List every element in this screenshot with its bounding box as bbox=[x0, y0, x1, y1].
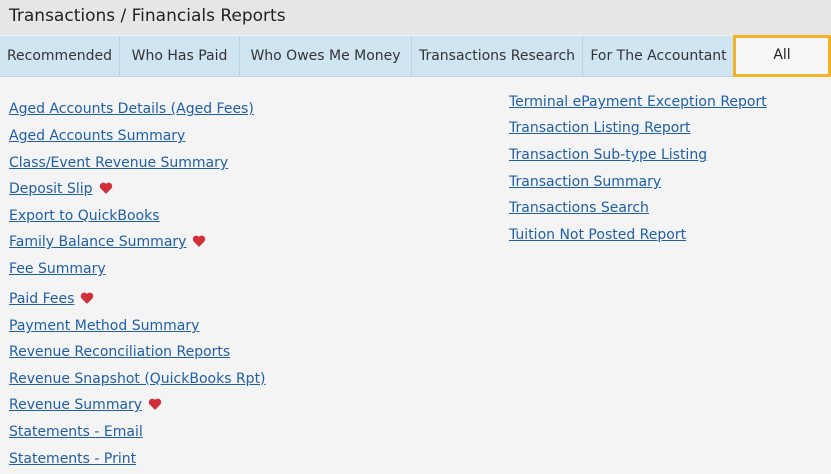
report-link[interactable]: Revenue Summary bbox=[9, 397, 142, 413]
report-link[interactable]: Export to QuickBooks bbox=[9, 208, 160, 224]
report-link[interactable]: Tuition Not Posted Report bbox=[509, 227, 686, 243]
report-item-transaction-sub-type-listing: Transaction Sub-type Listing bbox=[509, 144, 707, 166]
page-title: Transactions / Financials Reports bbox=[9, 6, 286, 26]
report-item-statements-print: Statements - Print bbox=[9, 448, 136, 470]
report-link[interactable]: Class/Event Revenue Summary bbox=[9, 155, 228, 171]
report-item-aged-accounts-summary: Aged Accounts Summary bbox=[9, 125, 185, 147]
heart-icon bbox=[81, 292, 94, 304]
heart-icon bbox=[193, 235, 206, 247]
report-item-transaction-listing-report: Transaction Listing Report bbox=[509, 117, 691, 139]
report-link[interactable]: Transactions Search bbox=[509, 200, 649, 216]
tab-recommended[interactable]: Recommended bbox=[0, 36, 120, 76]
report-link[interactable]: Family Balance Summary bbox=[9, 234, 186, 250]
report-item-class-event-revenue-summary: Class/Event Revenue Summary bbox=[9, 152, 228, 174]
heart-icon bbox=[99, 182, 112, 194]
tab-for-the-accountant[interactable]: For The Accountant bbox=[583, 36, 735, 76]
report-link[interactable]: Terminal ePayment Exception Report bbox=[509, 94, 767, 110]
report-link[interactable]: Payment Method Summary bbox=[9, 318, 199, 334]
report-link[interactable]: Transaction Summary bbox=[509, 174, 661, 190]
report-link[interactable]: Aged Accounts Details (Aged Fees) bbox=[9, 101, 254, 117]
report-link[interactable]: Paid Fees bbox=[9, 291, 74, 307]
report-link[interactable]: Statements - Email bbox=[9, 424, 143, 440]
report-item-aged-accounts-details-aged-fees: Aged Accounts Details (Aged Fees) bbox=[9, 98, 254, 120]
report-item-export-to-quickbooks: Export to QuickBooks bbox=[9, 205, 160, 227]
tab-transactions-research[interactable]: Transactions Research bbox=[412, 36, 583, 76]
report-link[interactable]: Revenue Reconciliation Reports bbox=[9, 344, 230, 360]
report-item-terminal-epayment-exception-report: Terminal ePayment Exception Report bbox=[509, 91, 767, 113]
left-report-list: Aged Accounts Details (Aged Fees) Aged Ac… bbox=[9, 98, 489, 474]
tab-who-owes-me-money[interactable]: Who Owes Me Money bbox=[240, 36, 412, 76]
report-item-paid-fees: Paid Fees bbox=[9, 288, 94, 310]
report-item-transaction-summary: Transaction Summary bbox=[509, 171, 661, 193]
report-item-fee-summary: Fee Summary bbox=[9, 258, 106, 280]
report-link[interactable]: Statements - Print bbox=[9, 451, 136, 467]
report-item-deposit-slip: Deposit Slip bbox=[9, 178, 113, 200]
report-link[interactable]: Fee Summary bbox=[9, 261, 106, 277]
title-bar: Transactions / Financials Reports bbox=[0, 0, 831, 35]
right-report-list: Terminal ePayment Exception Report Transa… bbox=[509, 91, 829, 261]
tab-bar: Recommended Who Has Paid Who Owes Me Mon… bbox=[0, 35, 831, 77]
report-item-transactions-search: Transactions Search bbox=[509, 197, 649, 219]
report-item-revenue-reconciliation-reports: Revenue Reconciliation Reports bbox=[9, 341, 230, 363]
report-link[interactable]: Transaction Listing Report bbox=[509, 120, 691, 136]
report-item-statements-email: Statements - Email bbox=[9, 421, 143, 443]
report-item-revenue-snapshot-quickbooks-rpt: Revenue Snapshot (QuickBooks Rpt) bbox=[9, 368, 266, 390]
report-link[interactable]: Transaction Sub-type Listing bbox=[509, 147, 707, 163]
heart-icon bbox=[148, 398, 162, 410]
report-item-revenue-summary: Revenue Summary bbox=[9, 394, 162, 416]
report-item-tuition-not-posted-report: Tuition Not Posted Report bbox=[509, 224, 686, 246]
report-link[interactable]: Aged Accounts Summary bbox=[9, 128, 185, 144]
report-item-family-balance-summary: Family Balance Summary bbox=[9, 231, 206, 253]
tab-who-has-paid[interactable]: Who Has Paid bbox=[120, 36, 240, 76]
report-item-payment-method-summary: Payment Method Summary bbox=[9, 315, 199, 337]
tab-all[interactable]: All bbox=[733, 35, 831, 77]
report-link[interactable]: Deposit Slip bbox=[9, 181, 93, 197]
report-link[interactable]: Revenue Snapshot (QuickBooks Rpt) bbox=[9, 371, 266, 387]
